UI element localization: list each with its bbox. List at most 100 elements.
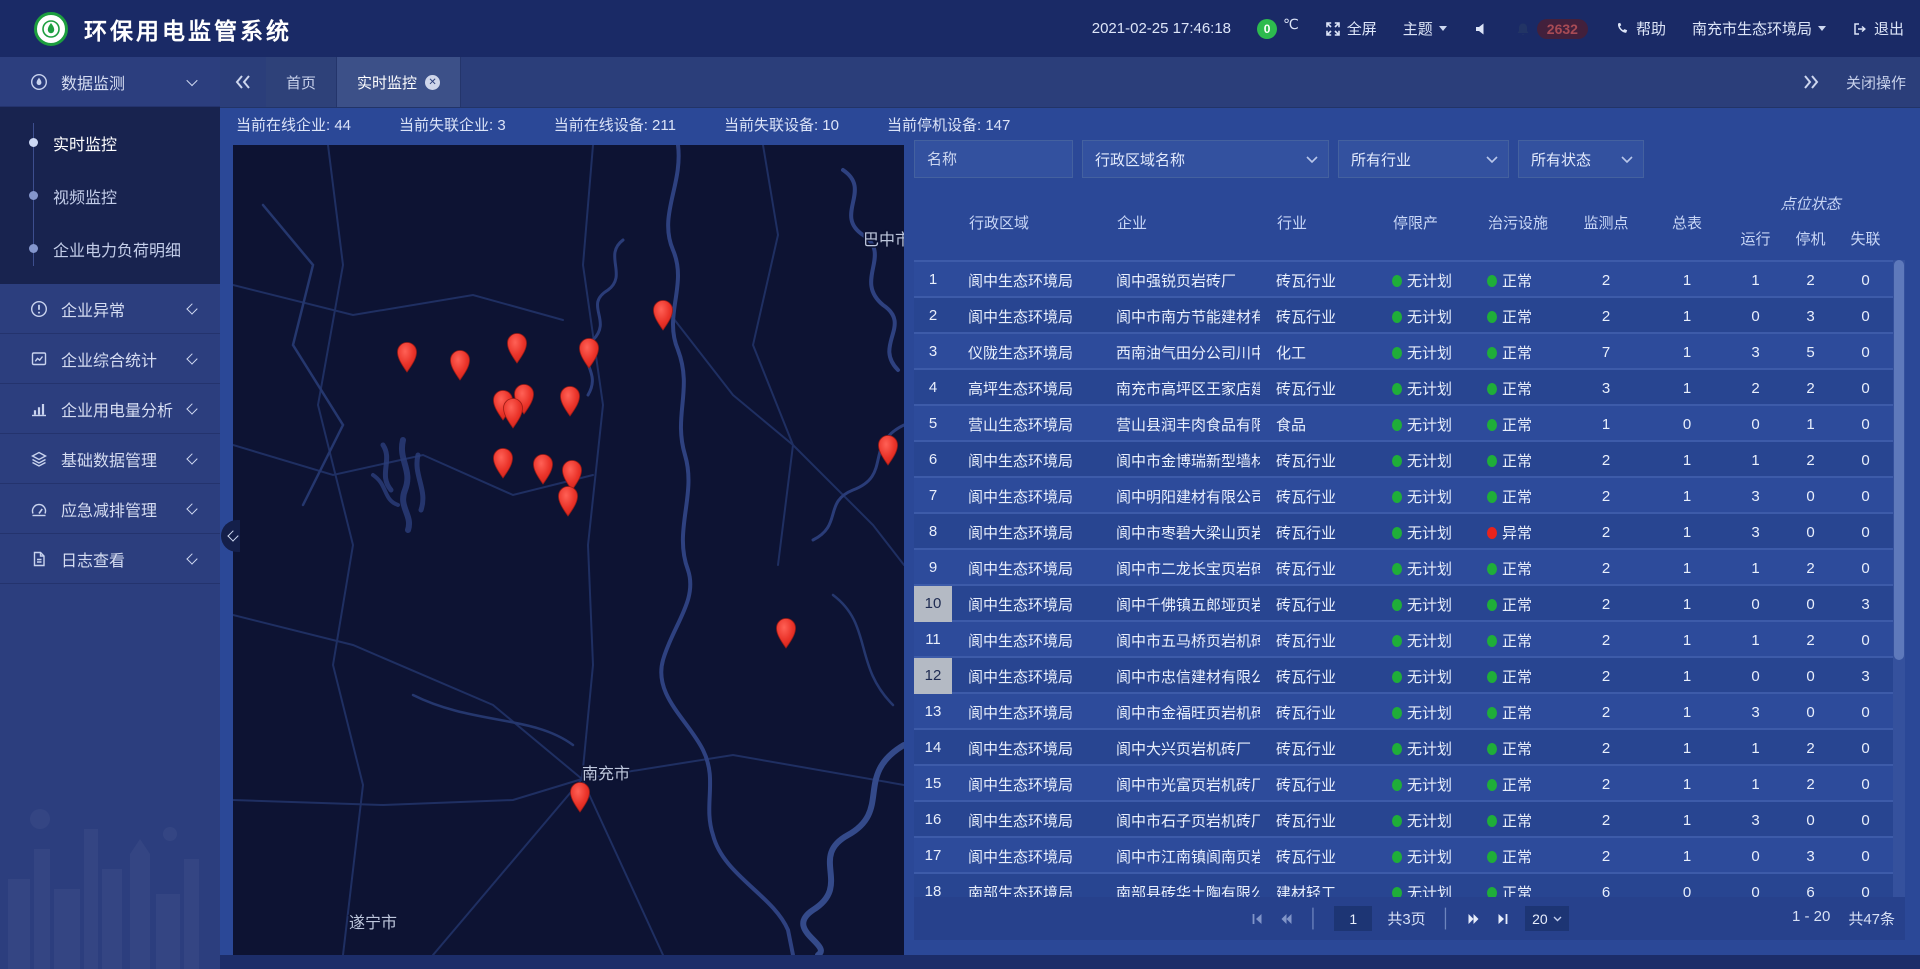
table-header: 行政区域 企业 行业 停限产 治污设施 监测点 总表 点位状态 运行 停机 失联 bbox=[914, 185, 1905, 260]
cell-running: 3 bbox=[1728, 488, 1783, 505]
tabs-scroll-left-button[interactable] bbox=[220, 57, 266, 107]
table-row[interactable]: 10阆中生态环境局阆中千佛镇五郎垭页岩砖瓦行业无计划正常21003 bbox=[914, 584, 1905, 620]
first-page-button[interactable] bbox=[1250, 912, 1264, 926]
table-row[interactable]: 8阆中生态环境局阆中市枣碧大梁山页岩砖瓦行业无计划异常21300 bbox=[914, 512, 1905, 548]
sidebar-group-label: 企业用电量分析 bbox=[61, 397, 173, 421]
status-dot-green bbox=[1392, 887, 1402, 898]
sidebar-item-sub[interactable]: 企业电力负荷明细 bbox=[0, 222, 220, 275]
cell-monitor-points: 2 bbox=[1566, 704, 1646, 721]
cell-stopped: 0 bbox=[1783, 488, 1838, 505]
theme-menu[interactable]: 主题 bbox=[1403, 18, 1447, 39]
sidebar-group-6[interactable]: 日志查看 bbox=[0, 534, 220, 584]
table-row[interactable]: 16阆中生态环境局阆中市石子页岩机砖厂砖瓦行业无计划正常21300 bbox=[914, 800, 1905, 836]
cell-region: 阆中生态环境局 bbox=[952, 486, 1100, 507]
cell-pollution-facility: 正常 bbox=[1471, 630, 1566, 651]
table-row[interactable]: 14阆中生态环境局阆中大兴页岩机砖厂砖瓦行业无计划正常21120 bbox=[914, 728, 1905, 764]
table-scrollbar[interactable] bbox=[1893, 260, 1905, 897]
top-header: 环保用电监管系统 2021-02-25 17:46:18 0 ℃ 全屏 主题 2… bbox=[0, 0, 1920, 57]
table-row[interactable]: 5营山生态环境局营山县润丰肉食品有限食品无计划正常10010 bbox=[914, 404, 1905, 440]
cell-stopped: 0 bbox=[1783, 596, 1838, 613]
double-chevron-right-icon[interactable] bbox=[1802, 75, 1820, 89]
table-row[interactable]: 12阆中生态环境局阆中市忠信建材有限公砖瓦行业无计划正常21003 bbox=[914, 656, 1905, 692]
row-number: 15 bbox=[914, 766, 952, 802]
tab-realtime-monitor[interactable]: 实时监控 ✕ bbox=[337, 57, 461, 107]
table-row[interactable]: 9阆中生态环境局阆中市二龙长宝页岩砖砖瓦行业无计划正常21120 bbox=[914, 548, 1905, 584]
col-points: 监测点 bbox=[1566, 212, 1646, 233]
row-number: 12 bbox=[914, 658, 952, 694]
sidebar-group-5[interactable]: 应急减排管理 bbox=[0, 484, 220, 534]
table-row[interactable]: 11阆中生态环境局阆中市五马桥页岩机砖砖瓦行业无计划正常21120 bbox=[914, 620, 1905, 656]
cell-lost: 0 bbox=[1838, 452, 1893, 469]
row-number: 13 bbox=[914, 694, 952, 730]
bell-icon bbox=[1515, 21, 1531, 37]
row-number: 9 bbox=[914, 550, 952, 586]
sidebar-group-2[interactable]: 企业综合统计 bbox=[0, 334, 220, 384]
cell-company: 营山县润丰肉食品有限 bbox=[1100, 414, 1260, 435]
table-row[interactable]: 13阆中生态环境局阆中市金福旺页岩机砖砖瓦行业无计划正常21300 bbox=[914, 692, 1905, 728]
chevron-left-icon bbox=[186, 403, 197, 414]
table-row[interactable]: 3仪陇生态环境局西南油气田分公司川中化工无计划正常71350 bbox=[914, 332, 1905, 368]
cell-running: 0 bbox=[1728, 668, 1783, 685]
status-dot-red bbox=[1487, 527, 1497, 539]
table-row[interactable]: 2阆中生态环境局阆中市南方节能建材有砖瓦行业无计划正常21030 bbox=[914, 296, 1905, 332]
cell-limit-production: 无计划 bbox=[1376, 270, 1471, 291]
org-menu[interactable]: 南充市生态环境局 bbox=[1692, 18, 1826, 39]
region-select[interactable]: 行政区域名称 bbox=[1082, 140, 1329, 178]
sidebar-item-active[interactable]: 实时监控 bbox=[0, 116, 220, 169]
next-page-button[interactable] bbox=[1467, 912, 1481, 926]
sidebar-group-label: 基础数据管理 bbox=[61, 447, 157, 471]
cell-industry: 砖瓦行业 bbox=[1260, 666, 1376, 687]
status-dot-green bbox=[1487, 491, 1497, 503]
row-number: 8 bbox=[914, 514, 952, 550]
table-row[interactable]: 6阆中生态环境局阆中市金博瑞新型墙材砖瓦行业无计划正常21120 bbox=[914, 440, 1905, 476]
cell-total-meters: 1 bbox=[1646, 668, 1728, 685]
page-number-input[interactable] bbox=[1334, 906, 1372, 931]
sidebar-group-0[interactable]: 数据监测 bbox=[0, 57, 220, 107]
table-row[interactable]: 1阆中生态环境局阆中强锐页岩砖厂砖瓦行业无计划正常21120 bbox=[914, 260, 1905, 296]
tab-close-icon[interactable]: ✕ bbox=[425, 75, 440, 90]
scrollbar-thumb[interactable] bbox=[1894, 260, 1904, 660]
cell-running: 1 bbox=[1728, 776, 1783, 793]
page-size-select[interactable]: 20 bbox=[1525, 906, 1569, 931]
table-row[interactable]: 18南部生态环境局南部县砖华土陶有限公建材轻工无计划正常60060 bbox=[914, 872, 1905, 897]
status-dot-green bbox=[1487, 455, 1497, 467]
cell-limit-production: 无计划 bbox=[1376, 810, 1471, 831]
status-select[interactable]: 所有状态 bbox=[1518, 140, 1644, 178]
last-page-button[interactable] bbox=[1496, 912, 1510, 926]
region-select-value: 行政区域名称 bbox=[1095, 149, 1185, 170]
status-dot-green bbox=[1392, 707, 1402, 719]
logout-label: 退出 bbox=[1874, 18, 1904, 39]
sidebar-group-3[interactable]: 企业用电量分析 bbox=[0, 384, 220, 434]
map-city-label: 巴中市 bbox=[863, 231, 904, 249]
notifications[interactable]: 2632 bbox=[1515, 19, 1588, 39]
cell-region: 阆中生态环境局 bbox=[952, 774, 1100, 795]
status-dot-green bbox=[1487, 275, 1497, 287]
exit-icon bbox=[1852, 21, 1868, 37]
sidebar-item-sub[interactable]: 视频监控 bbox=[0, 169, 220, 222]
tab-home[interactable]: 首页 bbox=[266, 57, 337, 107]
name-search-input[interactable] bbox=[914, 140, 1073, 178]
close-operations-button[interactable]: 关闭操作 bbox=[1846, 72, 1906, 93]
table-row[interactable]: 7阆中生态环境局阆中明阳建材有限公司砖瓦行业无计划正常21300 bbox=[914, 476, 1905, 512]
cell-monitor-points: 2 bbox=[1566, 776, 1646, 793]
table-row[interactable]: 4高坪生态环境局南充市高坪区王家店建砖瓦行业无计划正常31220 bbox=[914, 368, 1905, 404]
fullscreen-button[interactable]: 全屏 bbox=[1325, 18, 1377, 39]
help-button[interactable]: 帮助 bbox=[1614, 18, 1666, 39]
industry-select[interactable]: 所有行业 bbox=[1338, 140, 1509, 178]
prev-page-button[interactable] bbox=[1279, 912, 1293, 926]
sidebar-group-1[interactable]: 企业异常 bbox=[0, 284, 220, 334]
cell-company: 南充市高坪区王家店建 bbox=[1100, 378, 1260, 399]
table-row[interactable]: 15阆中生态环境局阆中市光富页岩机砖厂砖瓦行业无计划正常21120 bbox=[914, 764, 1905, 800]
cell-company: 西南油气田分公司川中 bbox=[1100, 342, 1260, 363]
cell-total-meters: 1 bbox=[1646, 812, 1728, 829]
filter-bar: 行政区域名称 所有行业 所有状态 bbox=[914, 140, 1905, 178]
cell-stopped: 1 bbox=[1783, 416, 1838, 433]
logout-button[interactable]: 退出 bbox=[1852, 18, 1904, 39]
sidebar-item-label: 企业电力负荷明细 bbox=[53, 237, 181, 261]
col-company: 企业 bbox=[1100, 212, 1260, 233]
table-row[interactable]: 17阆中生态环境局阆中市江南镇阆南页岩砖瓦行业无计划正常21030 bbox=[914, 836, 1905, 872]
map-panel[interactable]: 巴中市南充市遂宁市 bbox=[233, 145, 904, 955]
sidebar-group-4[interactable]: 基础数据管理 bbox=[0, 434, 220, 484]
cell-region: 阆中生态环境局 bbox=[952, 738, 1100, 759]
mute-button[interactable] bbox=[1473, 21, 1489, 37]
